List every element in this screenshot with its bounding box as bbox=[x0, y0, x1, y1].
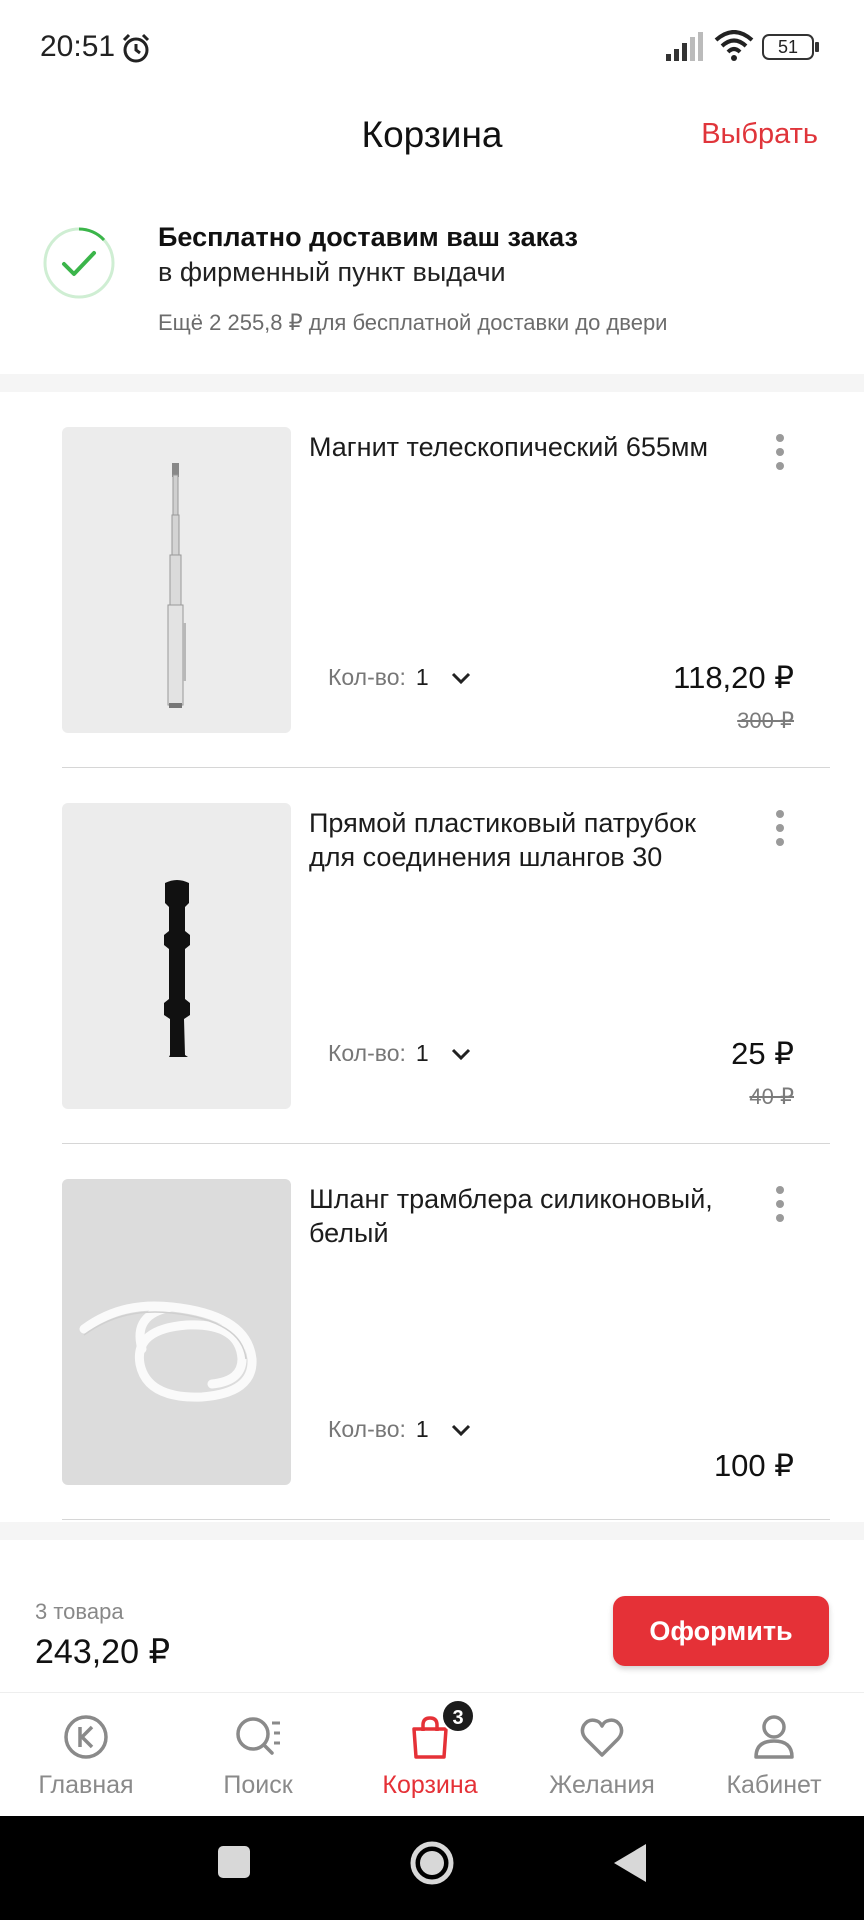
item-title[interactable]: Магнит телескопический 655мм bbox=[309, 430, 749, 464]
more-options-icon[interactable] bbox=[772, 808, 788, 848]
heart-icon bbox=[580, 1718, 624, 1757]
qty-label: Кол-во: bbox=[328, 1416, 406, 1442]
nav-cart[interactable]: 3 Корзина bbox=[344, 1693, 516, 1817]
chevron-down-icon bbox=[451, 1424, 470, 1436]
quantity-selector[interactable]: Кол-во: 1 bbox=[328, 1416, 473, 1443]
system-navigation-bar bbox=[0, 1816, 864, 1920]
qty-value: 1 bbox=[415, 664, 429, 690]
cart-item[interactable]: Прямой пластиковый патрубок для соединен… bbox=[62, 768, 830, 1144]
product-image-silicone-hose[interactable] bbox=[62, 1179, 291, 1485]
back-icon[interactable] bbox=[612, 1842, 648, 1884]
section-divider bbox=[0, 374, 864, 392]
profile-icon bbox=[754, 1715, 794, 1759]
nav-cart-label: Корзина bbox=[382, 1771, 478, 1799]
signal-icon bbox=[666, 32, 703, 61]
delivery-title: Бесплатно доставим ваш заказ bbox=[158, 222, 578, 252]
delivery-banner: Бесплатно доставим ваш заказ в фирменный… bbox=[0, 210, 864, 360]
item-price: 118,20 ₽ bbox=[673, 660, 794, 695]
quantity-selector[interactable]: Кол-во: 1 bbox=[328, 664, 473, 691]
cart-item[interactable]: Шланг трамблера силиконовый, белый Кол-в… bbox=[62, 1144, 830, 1520]
nav-search-label: Поиск bbox=[223, 1771, 293, 1799]
item-old-price: 40 ₽ bbox=[749, 1084, 794, 1109]
order-summary: 3 товара 243,20 ₽ Оформить bbox=[0, 1540, 864, 1690]
search-icon bbox=[236, 1717, 280, 1755]
nav-wishlist[interactable]: Желания bbox=[516, 1693, 688, 1817]
qty-label: Кол-во: bbox=[328, 1040, 406, 1066]
battery-icon: 51 bbox=[762, 34, 820, 62]
delivery-check-icon bbox=[43, 227, 115, 299]
total-price: 243,20 ₽ bbox=[35, 1633, 171, 1671]
home-logo-icon bbox=[64, 1715, 108, 1759]
cart-item[interactable]: Магнит телескопический 655мм Кол-во: 1 1… bbox=[62, 392, 830, 768]
nav-home[interactable]: Главная bbox=[0, 1693, 172, 1817]
qty-label: Кол-во: bbox=[328, 664, 406, 690]
status-time: 20:51 bbox=[40, 30, 116, 63]
select-button[interactable]: Выбрать bbox=[701, 118, 818, 151]
items-count: 3 товара bbox=[35, 1599, 124, 1624]
recent-apps-icon[interactable] bbox=[216, 1844, 252, 1880]
more-options-icon[interactable] bbox=[772, 432, 788, 472]
qty-value: 1 bbox=[415, 1040, 429, 1066]
product-image-telescopic-magnet[interactable] bbox=[62, 427, 291, 733]
item-price: 100 ₽ bbox=[713, 1448, 794, 1483]
delivery-note: Ещё 2 255,8 ₽ для бесплатной доставки до… bbox=[158, 310, 668, 335]
alarm-icon bbox=[122, 33, 150, 63]
nav-search[interactable]: Поиск bbox=[172, 1693, 344, 1817]
checkout-button[interactable]: Оформить bbox=[613, 1596, 829, 1666]
item-title[interactable]: Шланг трамблера силиконовый, белый bbox=[309, 1182, 749, 1250]
item-title[interactable]: Прямой пластиковый патрубок для соединен… bbox=[309, 806, 749, 874]
header: Корзина Выбрать bbox=[0, 100, 864, 180]
bottom-nav: Главная Поиск 3 Корзина Желания Кабинет bbox=[0, 1692, 864, 1816]
more-options-icon[interactable] bbox=[772, 1184, 788, 1224]
wifi-icon bbox=[714, 30, 754, 61]
qty-value: 1 bbox=[415, 1416, 429, 1442]
item-old-price: 300 ₽ bbox=[737, 708, 794, 733]
status-bar: 20:51 51 bbox=[0, 0, 864, 96]
product-image-hose-connector[interactable] bbox=[62, 803, 291, 1109]
item-price: 25 ₽ bbox=[731, 1036, 794, 1071]
chevron-down-icon bbox=[451, 672, 470, 684]
home-button-icon[interactable] bbox=[409, 1840, 455, 1886]
section-divider bbox=[0, 1522, 864, 1540]
battery-level: 51 bbox=[777, 37, 799, 57]
quantity-selector[interactable]: Кол-во: 1 bbox=[328, 1040, 473, 1067]
chevron-down-icon bbox=[451, 1048, 470, 1060]
nav-home-label: Главная bbox=[38, 1771, 134, 1799]
delivery-subtitle: в фирменный пункт выдачи bbox=[158, 257, 506, 287]
cart-badge: 3 bbox=[441, 1699, 475, 1733]
nav-wishlist-label: Желания bbox=[549, 1771, 655, 1799]
nav-profile[interactable]: Кабинет bbox=[688, 1693, 860, 1817]
nav-profile-label: Кабинет bbox=[726, 1771, 822, 1799]
